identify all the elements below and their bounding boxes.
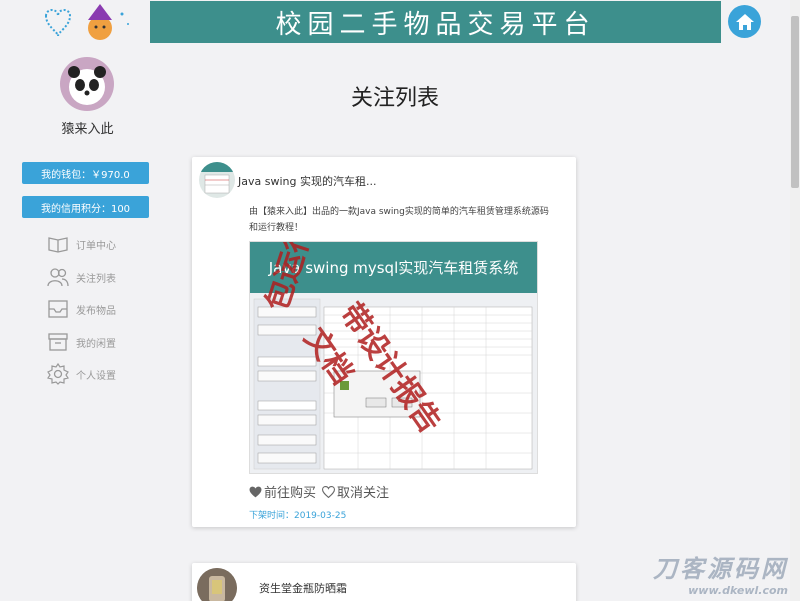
sidebar-item-label: 我的闲置	[76, 338, 116, 350]
heart-filled-icon	[249, 486, 262, 497]
unfollow-label: 取消关注	[337, 486, 390, 501]
gear-icon	[46, 363, 70, 385]
sidebar-item-label: 订单中心	[76, 240, 116, 252]
scrollbar-thumb[interactable]	[791, 16, 799, 188]
sidebar-item-my-idle[interactable]: 我的闲置	[46, 331, 116, 353]
site-banner-title: 校园二手物品交易平台	[150, 1, 721, 43]
product-title-link[interactable]: 资生堂金瓶防晒霜	[259, 580, 347, 596]
page: 校园二手物品交易平台 猿来入此 我的钱包：￥970.0 我的信用积分：100 订…	[0, 0, 800, 601]
image-screenshot-area	[250, 293, 537, 473]
users-icon	[46, 266, 70, 288]
sidebar-item-follow-list[interactable]: 关注列表	[46, 266, 116, 288]
follow-card: 资生堂金瓶防晒霜	[192, 563, 576, 601]
archive-icon	[46, 331, 70, 353]
sidebar-item-settings[interactable]: 个人设置	[46, 363, 116, 385]
username: 猿来入此	[61, 122, 114, 137]
home-button[interactable]	[728, 5, 761, 38]
book-icon	[46, 233, 70, 255]
product-thumbnail[interactable]	[199, 162, 235, 198]
sidebar-item-orders[interactable]: 订单中心	[46, 233, 116, 255]
delist-time: 下架时间：2019-03-25	[249, 511, 347, 521]
card-actions: 前往购买 取消关注	[249, 482, 389, 501]
buy-label: 前往购买	[264, 486, 317, 501]
vertical-scrollbar[interactable]	[790, 0, 800, 601]
sidebar-item-label: 关注列表	[76, 273, 116, 285]
watermark-brand: 刀客源码网	[653, 555, 788, 583]
avatar[interactable]	[60, 57, 114, 111]
heart-outline-icon	[322, 485, 336, 498]
wallet-button[interactable]: 我的钱包：￥970.0	[22, 162, 149, 184]
sidebar-item-label: 个人设置	[76, 370, 116, 382]
home-icon	[735, 13, 754, 30]
follow-card: Java swing 实现的汽车租... 由【猿来入此】出品的一款Java sw…	[192, 157, 576, 527]
product-image[interactable]: Java swing mysql实现汽车租赁系统 包运行 带设计报告文档	[249, 241, 538, 474]
inbox-icon	[46, 298, 70, 320]
watermark-url: www.dkewl.com	[688, 584, 788, 597]
product-thumbnail[interactable]	[197, 568, 237, 601]
credit-button[interactable]: 我的信用积分：100	[22, 196, 149, 218]
product-description: 由【猿来入此】出品的一款Java swing实现的简单的汽车租赁管理系统源码和运…	[249, 207, 549, 233]
site-logo	[38, 2, 138, 44]
sidebar-item-publish[interactable]: 发布物品	[46, 298, 116, 320]
site-watermark: 刀客源码网 www.dkewl.com	[653, 549, 788, 597]
buy-link[interactable]: 前往购买	[249, 482, 316, 501]
unfollow-link[interactable]: 取消关注	[322, 482, 389, 501]
image-heading: Java swing mysql实现汽车租赁系统	[250, 242, 537, 293]
product-title-link[interactable]: Java swing 实现的汽车租...	[238, 173, 376, 189]
sidebar-item-label: 发布物品	[76, 305, 116, 317]
page-title: 关注列表	[350, 86, 439, 111]
